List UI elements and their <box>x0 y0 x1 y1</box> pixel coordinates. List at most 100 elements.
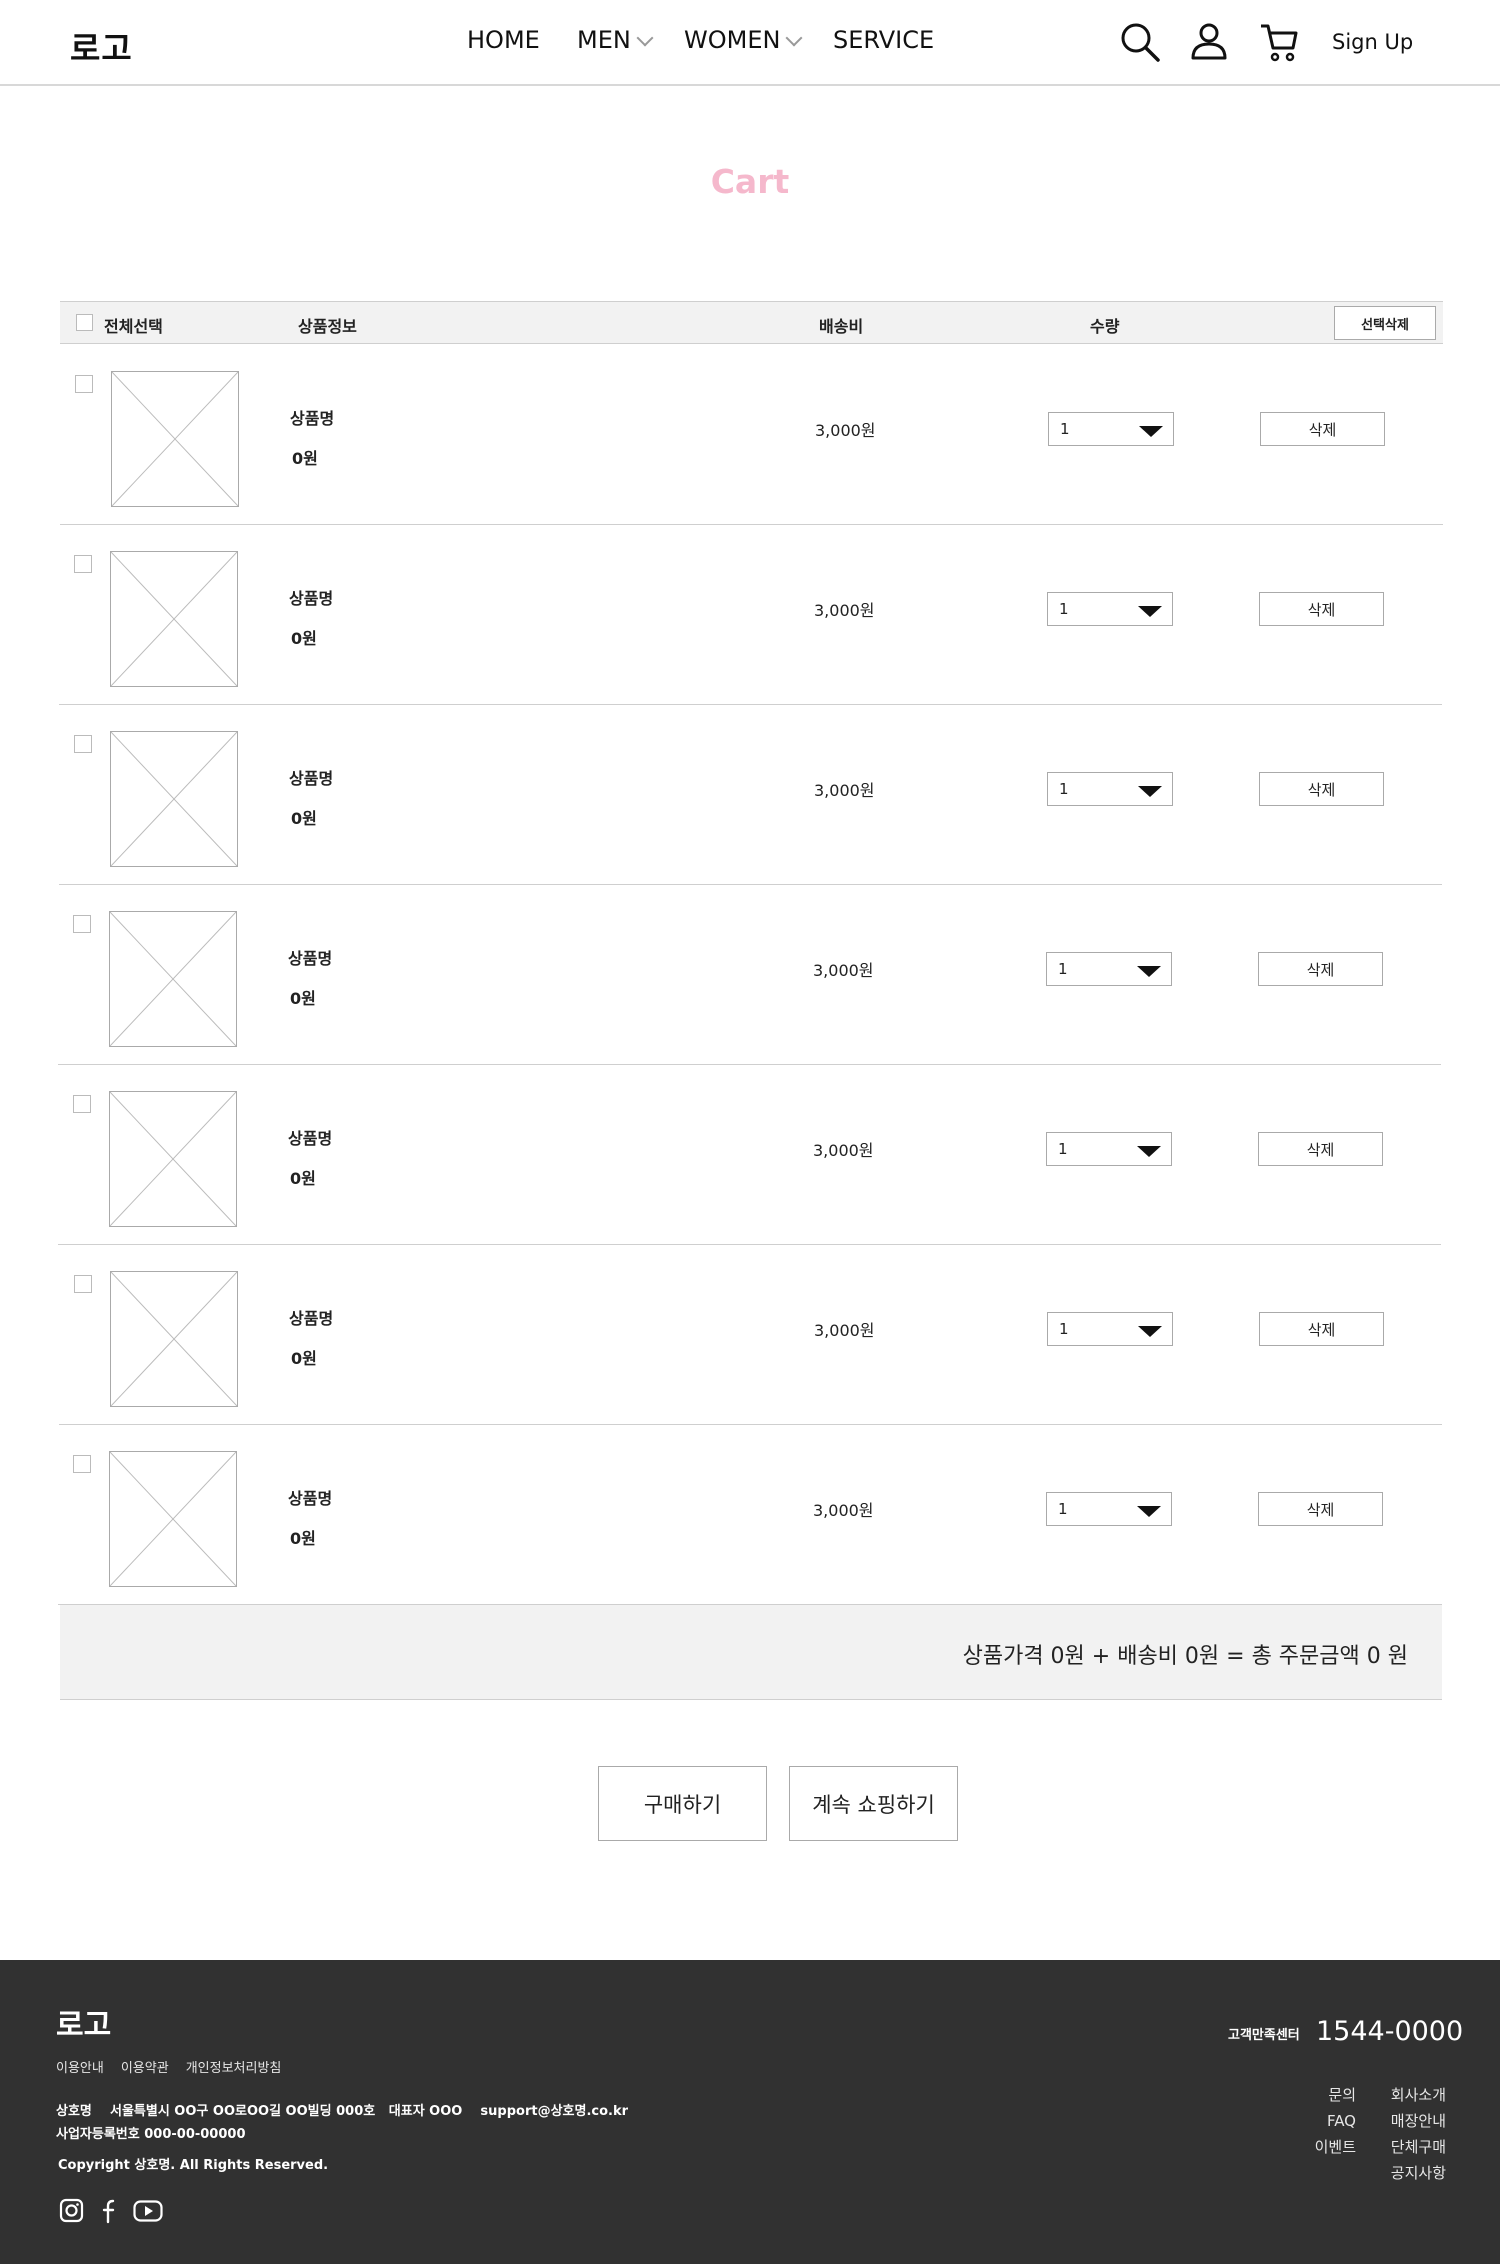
cart-row: 상품명 0원 3,000원 1 삭제 <box>60 345 1443 525</box>
product-name[interactable]: 상품명 <box>289 585 333 609</box>
search-icon[interactable] <box>1118 20 1162 64</box>
product-price: 0원 <box>292 449 318 468</box>
cart-table-header: 전체선택 상품정보 배송비 수량 선택삭제 <box>60 301 1443 344</box>
item-checkbox[interactable] <box>74 555 92 573</box>
product-name[interactable]: 상품명 <box>289 765 333 789</box>
quantity-value: 1 <box>1058 1500 1068 1518</box>
nav-women-label: WOMEN <box>684 26 781 54</box>
shipping-fee: 3,000원 <box>814 781 875 800</box>
nav-men-label: MEN <box>577 26 631 54</box>
continue-shopping-button[interactable]: 계속 쇼핑하기 <box>789 1766 958 1841</box>
nav-home-label: HOME <box>467 26 540 54</box>
product-image-placeholder[interactable] <box>110 551 238 687</box>
nav-home[interactable]: HOME <box>467 26 540 54</box>
footer-menu-event[interactable]: 이벤트 <box>1315 2134 1356 2160</box>
footer-menu-col1: 문의 FAQ 이벤트 <box>1315 2082 1356 2160</box>
cart-row: 상품명 0원 3,000원 1 삭제 <box>59 1245 1442 1425</box>
quantity-select[interactable]: 1 <box>1046 1132 1172 1166</box>
col-product-header: 상품정보 <box>298 317 357 336</box>
product-image-placeholder[interactable] <box>109 911 237 1047</box>
product-image-placeholder[interactable] <box>110 731 238 867</box>
item-checkbox[interactable] <box>73 915 91 933</box>
shipping-fee: 3,000원 <box>814 601 875 620</box>
item-checkbox[interactable] <box>75 375 93 393</box>
product-price: 0원 <box>291 629 317 648</box>
signup-link[interactable]: Sign Up <box>1332 30 1413 54</box>
footer-menu-inquiry[interactable]: 문의 <box>1315 2082 1356 2108</box>
quantity-select[interactable]: 1 <box>1046 1492 1172 1526</box>
product-name[interactable]: 상품명 <box>289 1305 333 1329</box>
select-all-checkbox[interactable] <box>76 314 93 331</box>
footer-link-terms[interactable]: 이용약관 <box>121 2057 169 2076</box>
col-shipping-header: 배송비 <box>819 317 864 336</box>
customer-center-number[interactable]: 1544-0000 <box>1316 2016 1463 2047</box>
delete-item-button[interactable]: 삭제 <box>1259 772 1384 806</box>
company-info: 상호명 서울특별시 OO구 OO로OO길 OO빌딩 000호 대표자 OOO s… <box>56 2104 629 2119</box>
footer-menu-company[interactable]: 회사소개 <box>1391 2082 1446 2108</box>
nav-women[interactable]: WOMEN <box>684 26 803 54</box>
business-number: 사업자등록번호 000-00-00000 <box>56 2127 246 2142</box>
page-title: Cart <box>710 162 790 201</box>
facebook-icon[interactable] <box>96 2198 126 2224</box>
item-checkbox[interactable] <box>73 1455 91 1473</box>
chevron-down-icon <box>785 29 803 47</box>
delete-item-button[interactable]: 삭제 <box>1258 1132 1383 1166</box>
quantity-value: 1 <box>1059 1320 1069 1338</box>
col-qty-header: 수량 <box>1090 317 1120 336</box>
dropdown-arrow-icon <box>1138 606 1162 617</box>
cart-row: 상품명 0원 3,000원 1 삭제 <box>58 1425 1441 1605</box>
quantity-value: 1 <box>1058 960 1068 978</box>
product-price: 0원 <box>290 989 316 1008</box>
quantity-select[interactable]: 1 <box>1047 592 1173 626</box>
product-price: 0원 <box>291 809 317 828</box>
instagram-icon[interactable] <box>57 2198 87 2224</box>
nav-service-label: SERVICE <box>833 26 935 54</box>
footer-menu-group-order[interactable]: 단체구매 <box>1391 2134 1446 2160</box>
site-footer: 로고 이용안내 이용약관 개인정보처리방침 상호명 서울특별시 OO구 OO로O… <box>0 1960 1500 2264</box>
logo[interactable]: 로고 <box>70 22 133 70</box>
product-name[interactable]: 상품명 <box>288 945 332 969</box>
product-image-placeholder[interactable] <box>109 1091 237 1227</box>
quantity-select[interactable]: 1 <box>1048 412 1174 446</box>
footer-link-privacy[interactable]: 개인정보처리방침 <box>186 2057 282 2076</box>
delete-selected-button[interactable]: 선택삭제 <box>1334 306 1436 340</box>
footer-link-guide[interactable]: 이용안내 <box>56 2057 104 2076</box>
product-name[interactable]: 상품명 <box>288 1125 332 1149</box>
cart-row: 상품명 0원 3,000원 1 삭제 <box>59 525 1442 705</box>
cart-icon[interactable] <box>1257 20 1301 64</box>
delete-item-button[interactable]: 삭제 <box>1260 412 1385 446</box>
buy-button[interactable]: 구매하기 <box>598 1766 767 1841</box>
item-checkbox[interactable] <box>74 735 92 753</box>
product-image-placeholder[interactable] <box>111 371 239 507</box>
order-summary: 상품가격 0원 + 배송비 0원 = 총 주문금액 0 원 <box>60 1604 1442 1700</box>
footer-menu-notice[interactable]: 공지사항 <box>1391 2160 1446 2186</box>
nav-service[interactable]: SERVICE <box>833 26 934 54</box>
site-header: 로고 HOME MEN WOMEN SERVICE Sign Up <box>0 0 1500 86</box>
delete-item-button[interactable]: 삭제 <box>1259 1312 1384 1346</box>
delete-item-button[interactable]: 삭제 <box>1259 592 1384 626</box>
quantity-value: 1 <box>1059 780 1069 798</box>
chevron-down-icon <box>636 29 654 47</box>
product-image-placeholder[interactable] <box>109 1451 237 1587</box>
item-checkbox[interactable] <box>73 1095 91 1113</box>
quantity-select[interactable]: 1 <box>1046 952 1172 986</box>
item-checkbox[interactable] <box>74 1275 92 1293</box>
product-image-placeholder[interactable] <box>110 1271 238 1407</box>
nav-men[interactable]: MEN <box>577 26 654 54</box>
footer-menu-faq[interactable]: FAQ <box>1315 2108 1356 2134</box>
footer-logo[interactable]: 로고 <box>56 2000 111 2044</box>
footer-menu-col2: 회사소개 매장안내 단체구매 공지사항 <box>1391 2082 1446 2186</box>
cart-row: 상품명 0원 3,000원 1 삭제 <box>58 885 1441 1065</box>
product-name[interactable]: 상품명 <box>288 1485 332 1509</box>
youtube-icon[interactable] <box>133 2198 163 2224</box>
quantity-select[interactable]: 1 <box>1047 772 1173 806</box>
delete-item-button[interactable]: 삭제 <box>1258 952 1383 986</box>
dropdown-arrow-icon <box>1137 1506 1161 1517</box>
delete-item-button[interactable]: 삭제 <box>1258 1492 1383 1526</box>
footer-menu-stores[interactable]: 매장안내 <box>1391 2108 1446 2134</box>
dropdown-arrow-icon <box>1138 1326 1162 1337</box>
product-name[interactable]: 상품명 <box>290 405 334 429</box>
quantity-select[interactable]: 1 <box>1047 1312 1173 1346</box>
customer-center-label: 고객만족센터 <box>1228 2028 1300 2043</box>
user-icon[interactable] <box>1187 20 1231 64</box>
